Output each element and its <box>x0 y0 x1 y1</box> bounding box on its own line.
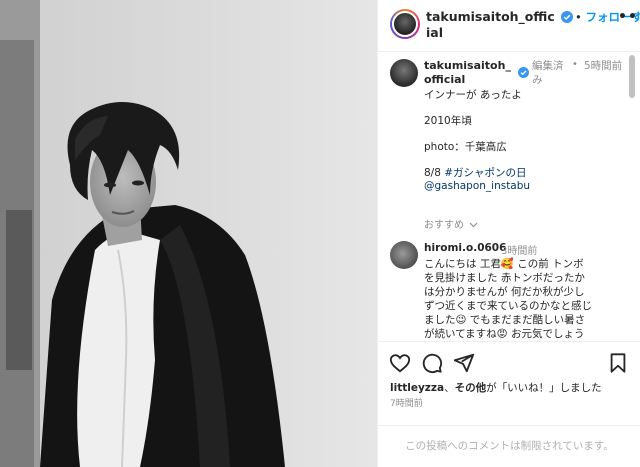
chevron-down-icon <box>469 222 478 228</box>
author-avatar[interactable] <box>390 9 420 39</box>
verified-badge-icon <box>561 11 573 23</box>
caption-text: インナーが あったよ 2010年頃 photo：千葉高広 8/8 #ガシャポンの… <box>424 89 624 193</box>
likes-suffix: が「いいね！」しました <box>486 382 602 394</box>
comment-icon[interactable] <box>421 352 443 374</box>
comments-restricted-notice: この投稿へのコメントは制限されています。 <box>378 425 640 467</box>
comment-text: こんにちは 工君🥰 この前 トンボ を見掛けました 赤トンボだったか は分かりま… <box>424 257 624 341</box>
comment-line: を見掛けました 赤トンボだったか <box>424 272 585 284</box>
action-bar: littleyzza、その他が「いいね！」しました 7時間前 <box>378 341 640 431</box>
caption-author-avatar[interactable] <box>390 59 418 87</box>
caption-line: 8/8 #ガシャポンの日 <box>424 167 624 180</box>
comment-line: は分かりませんが 何だか秋が少し <box>424 286 585 298</box>
comment-line: が続いてますね😡 お元気でしょう <box>424 328 585 340</box>
likes-summary[interactable]: littleyzza、その他が「いいね！」しました <box>390 380 602 395</box>
post-header: takumisaitoh_official • フォローする ••• <box>378 0 640 52</box>
comments-list: takumisaitoh_official 編集済み • 5時間前 インナーが … <box>378 53 640 341</box>
caption-line: インナーが あったよ <box>424 89 522 101</box>
more-options-icon[interactable]: ••• <box>618 9 640 25</box>
caption-timestamp[interactable]: 5時間前 <box>584 59 624 73</box>
post-timestamp[interactable]: 7時間前 <box>390 396 423 409</box>
author-username[interactable]: takumisaitoh_official <box>426 9 556 41</box>
verified-badge-icon <box>518 67 529 78</box>
comment-line: こんにちは 工君🥰 この前 トンボ <box>424 258 584 270</box>
hashtag-link[interactable]: #ガシャポンの日 <box>444 167 526 179</box>
likes-connector: 、 <box>444 382 455 394</box>
recommend-toggle[interactable]: おすすめ <box>424 216 478 231</box>
commenter-avatar[interactable] <box>390 241 418 269</box>
mention-link[interactable]: @gashapon_instabu <box>424 180 624 193</box>
comment-timestamp[interactable]: 3時間前 <box>501 242 537 257</box>
commenter-username[interactable]: hiromi.o.0606 <box>424 242 506 254</box>
likes-others[interactable]: その他 <box>455 382 487 394</box>
recommend-label: おすすめ <box>424 220 464 231</box>
comments-scrollbar[interactable] <box>629 55 635 98</box>
liker-username[interactable]: littleyzza <box>390 382 444 394</box>
caption-line: photo：千葉高広 <box>424 141 507 153</box>
meta-separator: • <box>572 59 578 70</box>
bookmark-icon[interactable] <box>607 352 629 374</box>
comment-line: ました😉 でもまだまだ酷しい暑さ <box>424 314 586 326</box>
share-icon[interactable] <box>453 352 475 374</box>
caption-line-prefix: 8/8 <box>424 167 445 179</box>
follow-separator: • <box>575 10 586 24</box>
heart-icon[interactable] <box>389 352 411 374</box>
comment-line: ずつ近くまで来ているのかなと感じ <box>424 300 592 312</box>
post-photo-image <box>0 0 377 467</box>
post-sidebar: takumisaitoh_official • フォローする ••• takum… <box>377 0 640 467</box>
post-photo[interactable] <box>0 0 377 467</box>
caption-line: 2010年頃 <box>424 115 472 127</box>
edited-label: 編集済み <box>532 60 564 86</box>
caption-author-username[interactable]: takumisaitoh_official <box>424 59 516 87</box>
